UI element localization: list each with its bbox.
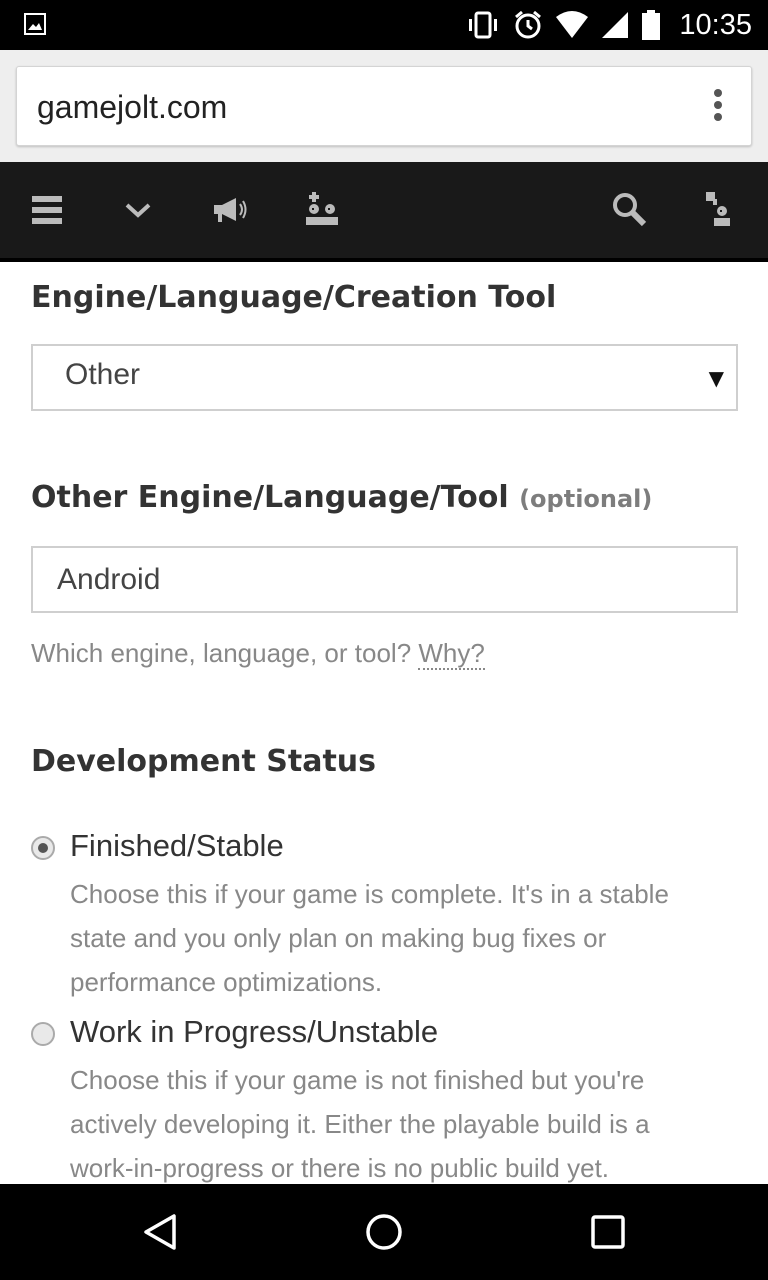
recents-icon[interactable] <box>588 1212 628 1252</box>
vibrate-icon <box>469 11 498 39</box>
battery-icon <box>642 10 661 40</box>
url-bar[interactable]: gamejolt.com <box>16 66 752 146</box>
engine-label: Engine/Language/Creation Tool <box>31 280 557 315</box>
other-engine-input[interactable] <box>31 546 738 613</box>
caret-down-icon[interactable]: ▼ <box>709 366 724 390</box>
browser-toolbar: gamejolt.com <box>0 50 768 162</box>
megaphone-icon[interactable] <box>210 190 250 230</box>
other-engine-label-text: Other Engine/Language/Tool <box>31 480 509 515</box>
search-icon[interactable] <box>610 190 650 230</box>
users-add-icon[interactable] <box>302 190 342 230</box>
android-nav-bar <box>0 1184 768 1280</box>
option-title-work-in-progress[interactable]: Work in Progress/Unstable <box>70 1014 438 1050</box>
engine-select[interactable]: Other ▼ <box>31 344 738 411</box>
chevron-down-icon[interactable] <box>118 190 158 230</box>
option-title-finished-stable[interactable]: Finished/Stable <box>70 828 284 864</box>
alarm-icon <box>515 10 542 39</box>
clock-time: 10:35 <box>679 8 752 41</box>
wifi-icon <box>556 11 589 38</box>
optional-hint: (optional) <box>519 485 653 513</box>
other-engine-help-text: Which engine, language, or tool? <box>31 638 412 668</box>
option-desc-finished-stable: Choose this if your game is complete. It… <box>70 879 669 997</box>
overflow-menu-icon[interactable] <box>713 89 723 125</box>
engine-select-value[interactable]: Other <box>65 358 140 392</box>
radio-work-in-progress[interactable] <box>31 1022 55 1046</box>
image-icon <box>24 13 46 35</box>
option-desc-work-in-progress: Choose this if your game is not finished… <box>70 1065 650 1183</box>
user-icon[interactable] <box>700 190 740 230</box>
url-text[interactable]: gamejolt.com <box>37 89 227 126</box>
why-link[interactable]: Why? <box>418 638 485 670</box>
radio-finished-stable[interactable] <box>31 836 55 860</box>
other-engine-label: Other Engine/Language/Tool (optional) <box>31 480 652 515</box>
back-icon[interactable] <box>140 1212 180 1252</box>
status-bar: 10:35 <box>0 0 768 50</box>
dev-status-label: Development Status <box>31 744 377 779</box>
signal-icon <box>602 12 629 38</box>
home-icon[interactable] <box>364 1212 404 1252</box>
site-nav <box>0 162 768 262</box>
other-engine-help: Which engine, language, or tool? Why? <box>31 638 485 670</box>
menu-icon[interactable] <box>28 190 68 230</box>
